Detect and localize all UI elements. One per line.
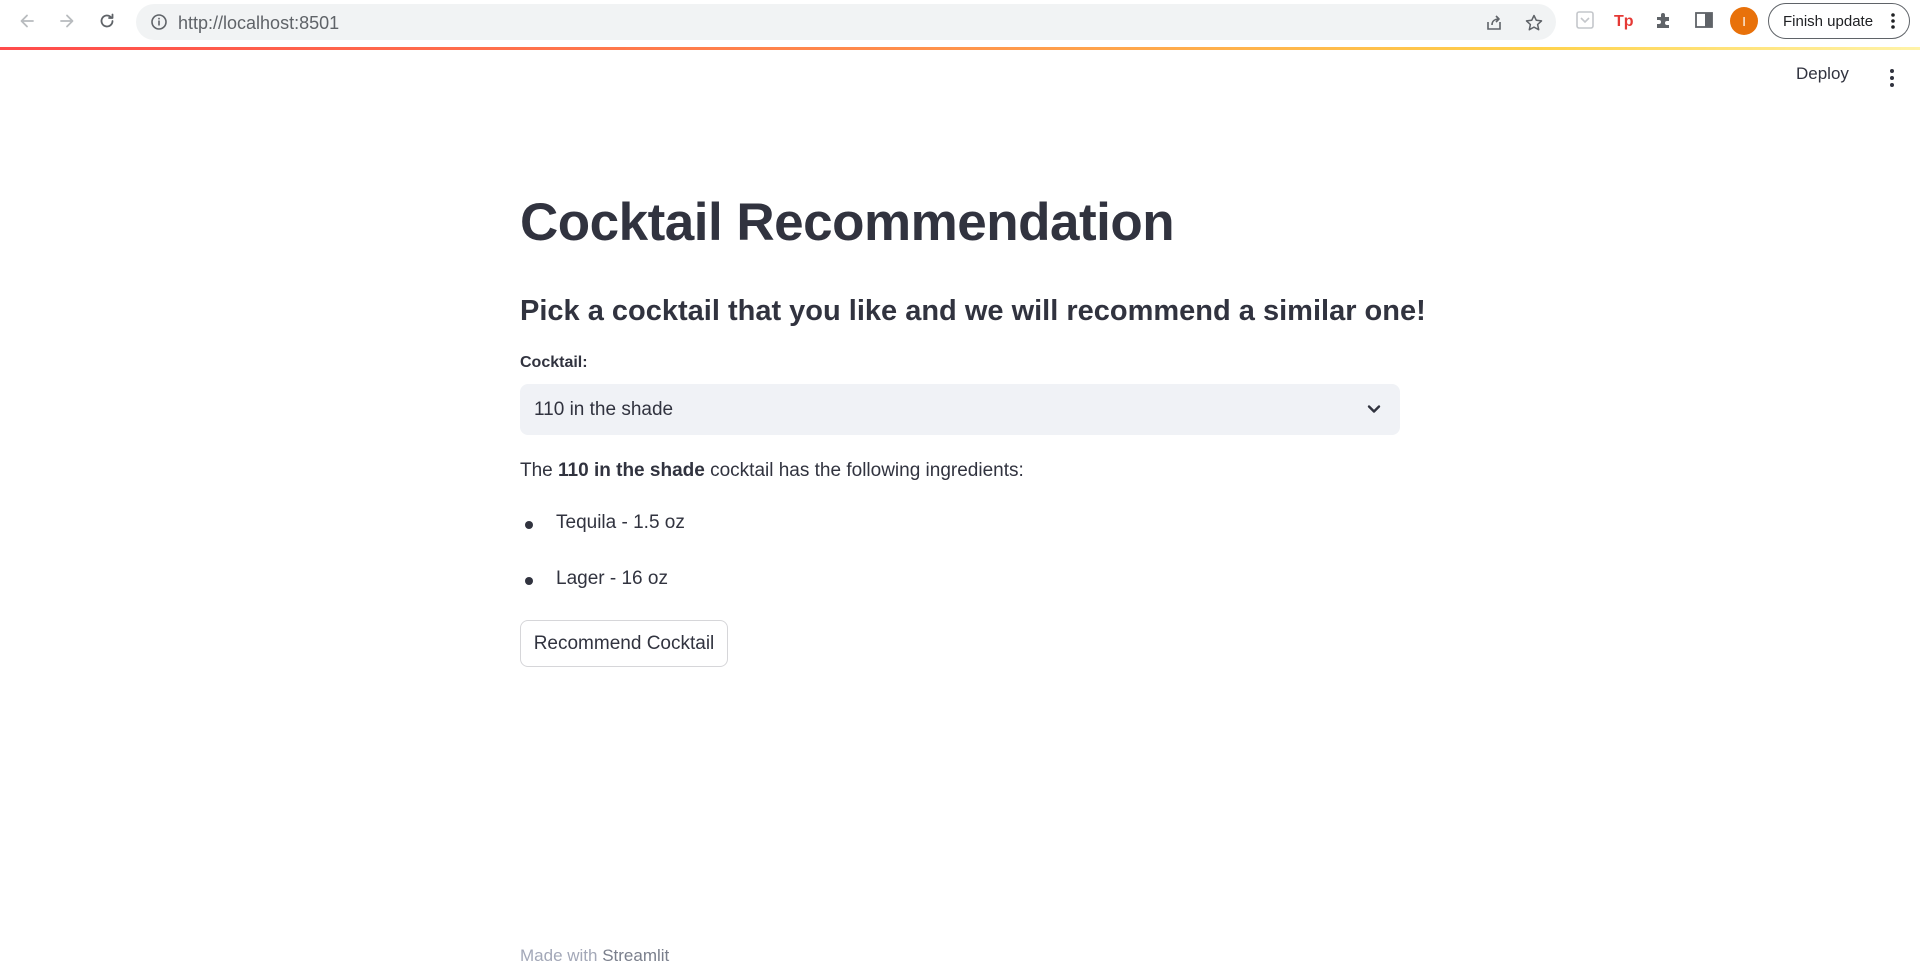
arrow-left-icon: [20, 14, 34, 28]
extension-tp-icon[interactable]: Tp: [1613, 9, 1635, 31]
forward-button[interactable]: [52, 6, 82, 36]
footer: Made with Streamlit: [520, 946, 669, 966]
cocktail-select[interactable]: 110 in the shade: [520, 384, 1400, 435]
bullet-icon: [525, 521, 533, 529]
extension-pocket-icon[interactable]: [1574, 9, 1596, 31]
side-panel-icon[interactable]: [1693, 9, 1715, 31]
ingredients-prefix: The: [520, 460, 559, 481]
profile-avatar[interactable]: I: [1730, 7, 1758, 35]
recommend-cocktail-button[interactable]: Recommend Cocktail: [520, 620, 728, 667]
ingredient-text: Tequila - 1.5 oz: [556, 512, 685, 533]
streamlit-decoration-bar: [0, 47, 1920, 50]
page-subtitle: Pick a cocktail that you like and we wil…: [520, 295, 1426, 327]
svg-text:Tp: Tp: [1614, 13, 1634, 30]
main-menu-icon[interactable]: [1880, 66, 1904, 90]
back-button[interactable]: [12, 6, 42, 36]
bookmark-star-icon[interactable]: [1524, 13, 1544, 33]
cocktail-select-value[interactable]: 110 in the shade: [534, 399, 673, 421]
ingredient-text: Lager - 16 oz: [556, 568, 668, 589]
finish-update-button[interactable]: Finish update: [1768, 3, 1910, 39]
profile-initial: I: [1742, 13, 1746, 29]
ingredients-intro: The 110 in the shade cocktail has the fo…: [520, 460, 1024, 482]
url-text[interactable]: http://localhost:8501: [178, 13, 339, 34]
reload-icon: [100, 13, 114, 28]
footer-streamlit-link[interactable]: Streamlit: [602, 946, 669, 965]
cocktail-select-label: Cocktail:: [520, 354, 588, 371]
share-icon[interactable]: [1484, 13, 1504, 33]
site-info-icon[interactable]: [150, 13, 168, 31]
ingredients-cocktail-name: 110 in the shade: [558, 460, 705, 481]
finish-update-label: Finish update: [1783, 12, 1874, 30]
reload-button[interactable]: [92, 6, 122, 36]
browser-toolbar: http://localhost:8501 Tp I Finish update: [0, 0, 1920, 47]
bullet-icon: [525, 577, 533, 585]
more-vert-icon: [1891, 13, 1895, 29]
address-bar[interactable]: http://localhost:8501: [136, 4, 1556, 40]
footer-made-with: Made with: [520, 946, 603, 965]
page-title: Cocktail Recommendation: [520, 193, 1175, 252]
deploy-button[interactable]: Deploy: [1796, 64, 1849, 84]
extensions-puzzle-icon[interactable]: [1653, 9, 1675, 31]
ingredients-suffix: cocktail has the following ingredients:: [704, 460, 1024, 481]
arrow-right-icon: [60, 14, 74, 28]
chevron-down-icon[interactable]: [1364, 399, 1384, 419]
